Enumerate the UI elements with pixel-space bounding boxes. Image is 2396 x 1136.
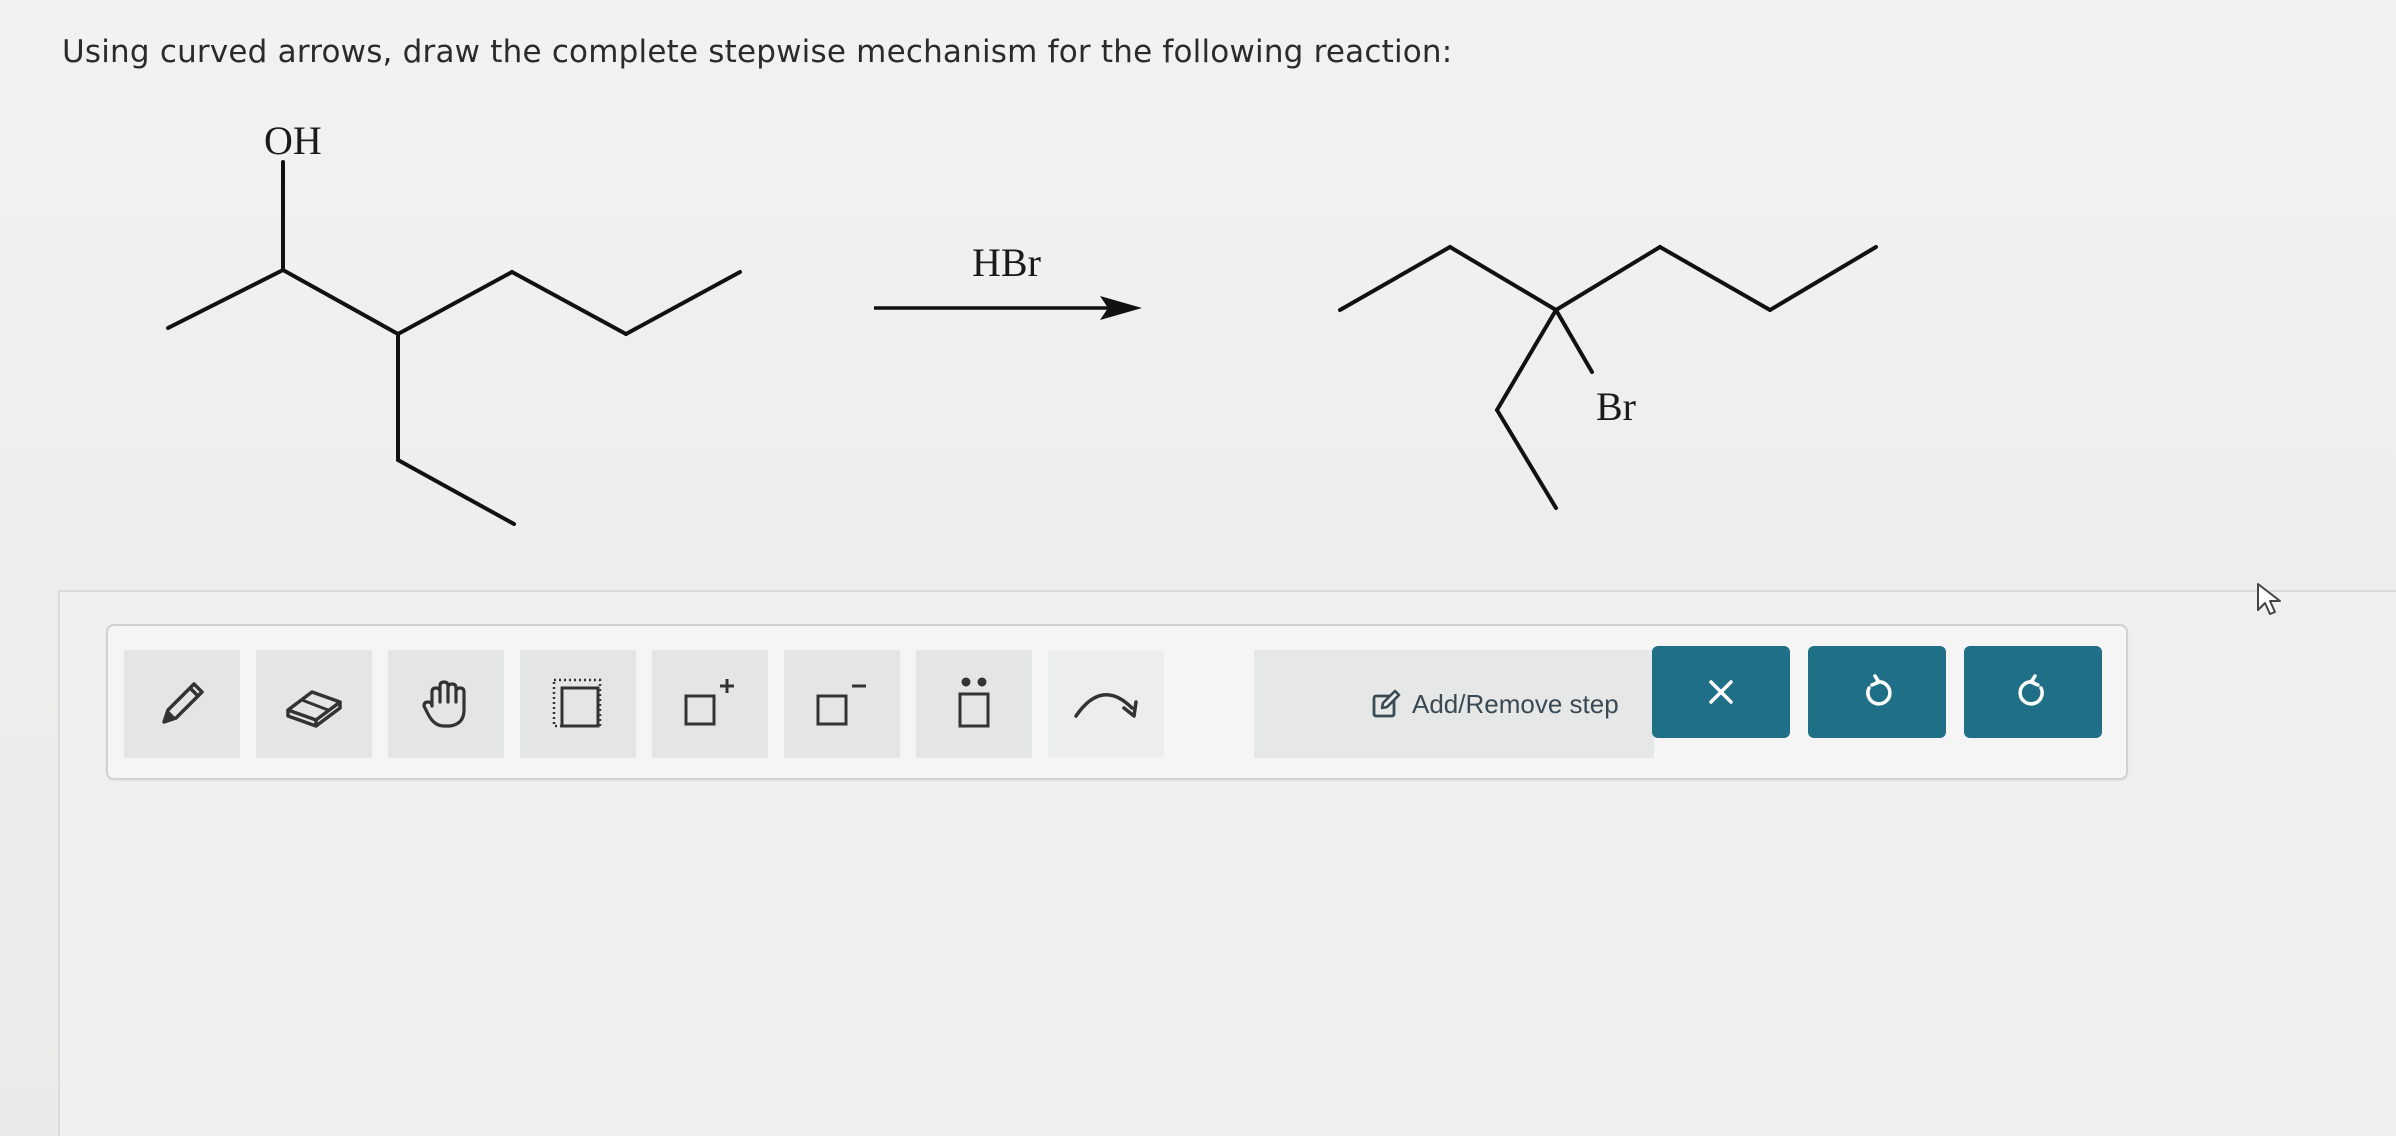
product-structure — [1338, 245, 1878, 510]
reactant-oh-label: OH — [264, 118, 322, 163]
reagent-label: HBr — [972, 240, 1041, 285]
reaction-scheme: OH HBr Br — [166, 118, 1878, 526]
selection-tool[interactable] — [520, 650, 636, 758]
hand-tool[interactable] — [388, 650, 504, 758]
undo-button[interactable] — [1808, 646, 1946, 738]
redo-button[interactable] — [1964, 646, 2102, 738]
page: Using curved arrows, draw the complete s… — [0, 0, 2396, 1136]
clear-button[interactable] — [1652, 646, 1790, 738]
reactant-structure — [166, 160, 742, 526]
square-lone-pair-icon — [958, 677, 990, 728]
product-br-label: Br — [1596, 384, 1636, 429]
close-icon — [1709, 680, 1733, 704]
pencil-icon — [162, 682, 204, 724]
edit-icon — [1372, 689, 1401, 718]
pencil-tool[interactable] — [124, 650, 240, 758]
add-remove-step-label: Add/Remove step — [1412, 688, 1619, 719]
curved-arrow-tool[interactable] — [1048, 650, 1164, 758]
hand-icon — [422, 680, 466, 728]
eraser-tool[interactable] — [256, 650, 372, 758]
square-plus-icon — [684, 679, 734, 726]
square-minus-icon — [816, 684, 866, 726]
reaction-arrow — [874, 296, 1142, 320]
mechanism-toolbar: Add/Remove step — [106, 624, 2128, 780]
curved-arrow-icon — [1074, 693, 1138, 718]
mouse-cursor-icon — [2257, 583, 2281, 615]
redo-icon — [2018, 674, 2044, 706]
negative-charge-tool[interactable] — [784, 650, 900, 758]
dotted-square-icon — [552, 678, 602, 728]
lone-pair-tool[interactable] — [916, 650, 1032, 758]
positive-charge-tool[interactable] — [652, 650, 768, 758]
undo-icon — [1866, 674, 1892, 706]
eraser-icon — [286, 690, 342, 728]
add-remove-step-button[interactable]: Add/Remove step — [1370, 682, 1619, 726]
